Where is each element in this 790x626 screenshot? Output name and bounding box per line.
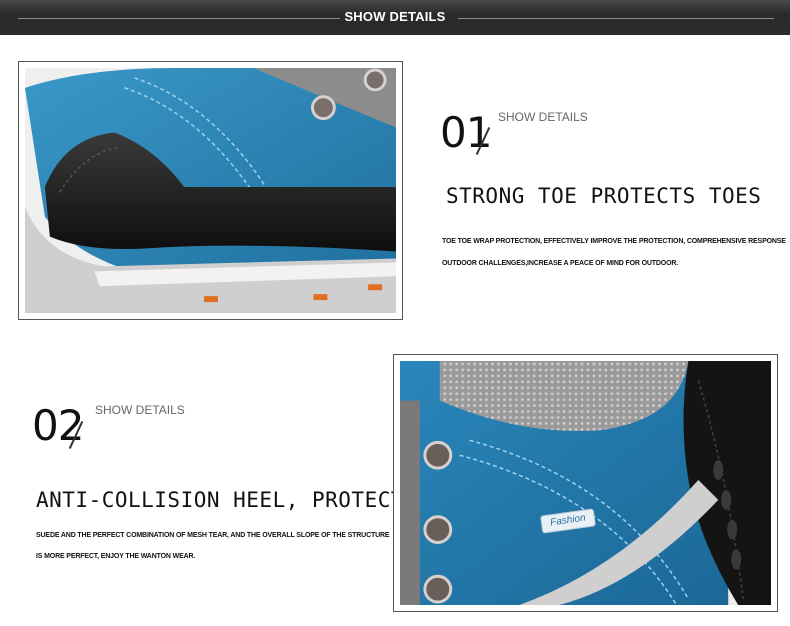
heel-shoe-illustration: [400, 361, 771, 605]
fashion-badge-label: Fashion: [549, 512, 587, 529]
heel-detail-image: Fashion: [393, 354, 778, 612]
section-1-desc-line-1: TOE TOE WRAP PROTECTION, EFFECTIVELY IMP…: [442, 238, 786, 245]
header-title: SHOW DETAILS: [344, 9, 446, 24]
section-2-desc-line-1: SUEDE AND THE PERFECT COMBINATION OF MES…: [36, 532, 390, 539]
section-1-label: SHOW DETAILS: [498, 110, 588, 124]
section-1-desc-line-2: OUTDOOR CHALLENGES,INCREASE A PEACE OF M…: [442, 260, 679, 267]
header-bar: SHOW DETAILS: [0, 0, 790, 35]
section-2-label: SHOW DETAILS: [95, 403, 185, 417]
toe-shoe-illustration: [25, 68, 396, 313]
section-1-headline: STRONG TOE PROTECTS TOES: [446, 184, 762, 208]
header-divider-right: [458, 18, 774, 19]
section-2-number: 02: [32, 401, 84, 450]
toe-detail-image: [18, 61, 403, 320]
section-1-number: 01: [440, 108, 492, 157]
section-2-desc-line-2: IS MORE PERFECT, ENJOY THE WANTON WEAR.: [36, 553, 196, 560]
